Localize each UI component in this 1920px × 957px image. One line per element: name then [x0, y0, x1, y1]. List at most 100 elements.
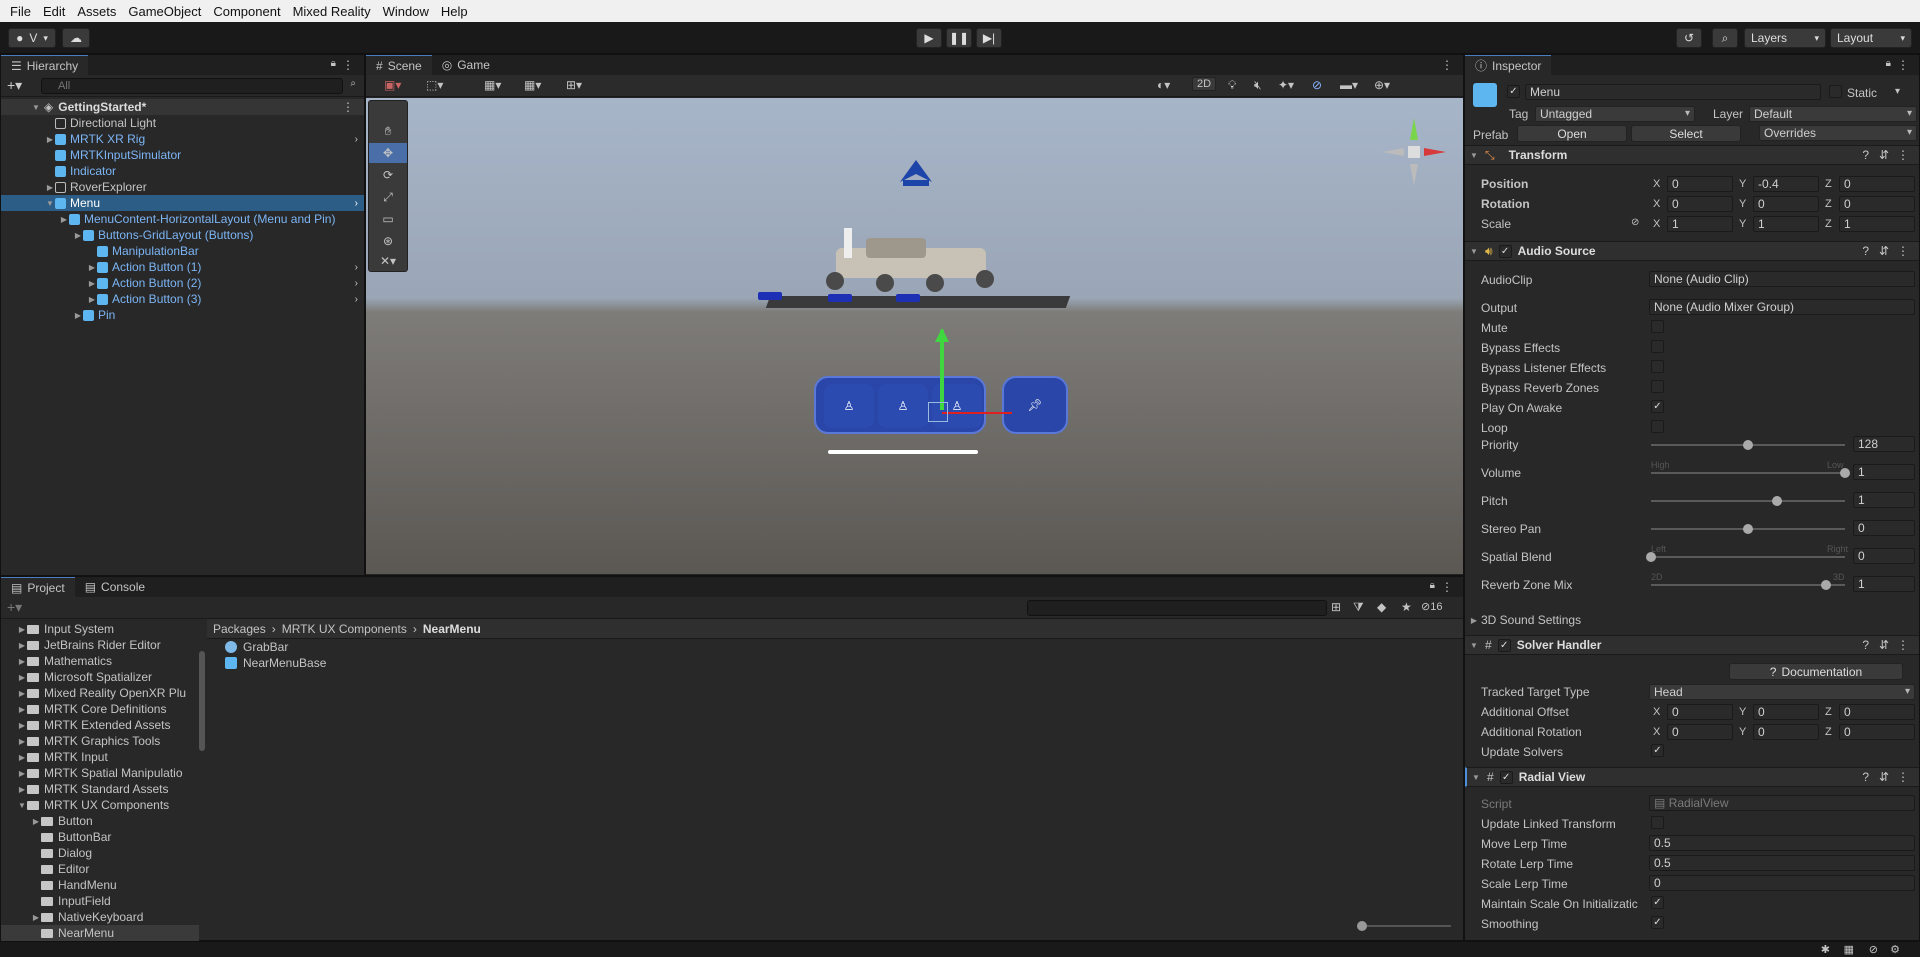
menu-mixed-reality[interactable]: Mixed Reality	[287, 4, 377, 19]
volume-field[interactable]: 1	[1853, 464, 1915, 480]
scale-x-field[interactable]: 1	[1667, 216, 1733, 232]
hierarchy-item[interactable]: ▼ Menu ›	[1, 195, 364, 211]
priority-slider-handle[interactable]	[1743, 440, 1753, 450]
spatial-blend-slider[interactable]	[1651, 556, 1845, 558]
reverb-mix-slider-handle[interactable]	[1820, 580, 1831, 590]
audio-source-header[interactable]: ▼ 🔊︎ ✓ Audio Source ? ⇵ ⋮	[1465, 241, 1919, 261]
menu-help[interactable]: Help	[435, 4, 474, 19]
project-folder[interactable]: ▶ Microsoft Spatializer	[1, 669, 152, 685]
expand-icon[interactable]: ▼	[1469, 641, 1479, 650]
project-folder[interactable]: ▶ Button	[1, 813, 93, 829]
volume-slider[interactable]	[1651, 472, 1845, 474]
audio-enabled-checkbox[interactable]: ✓	[1498, 244, 1512, 258]
layer-dropdown[interactable]: Default	[1749, 106, 1917, 122]
spatial-blend-field[interactable]: 0	[1853, 548, 1915, 564]
transform-header[interactable]: ▼ ⤡ Transform ? ⇵ ⋮	[1465, 145, 1919, 165]
hierarchy-item[interactable]: ▶ MenuContent-HorizontalLayout (Menu and …	[1, 211, 364, 227]
hierarchy-item[interactable]: MRTKInputSimulator	[1, 147, 364, 163]
project-folder[interactable]: NearMenu	[1, 925, 199, 941]
pitch-slider-handle[interactable]	[1772, 496, 1783, 506]
menu-gameobject[interactable]: GameObject	[122, 4, 207, 19]
project-folder[interactable]: ▶ MRTK Extended Assets	[1, 717, 171, 733]
orientation-gizmo[interactable]	[1374, 112, 1454, 192]
action-button-1[interactable]: ♙	[824, 384, 874, 428]
more-icon[interactable]: ⋮	[342, 58, 354, 72]
search-by-type-icon[interactable]: ⊞	[1331, 600, 1341, 614]
help-icon[interactable]: ?	[1862, 244, 1869, 258]
expand-icon[interactable]: ▶	[17, 657, 27, 666]
stereo-pan-slider-handle[interactable]	[1743, 524, 1753, 534]
lock-icon[interactable]: 🔒︎	[1886, 58, 1891, 69]
camera-icon[interactable]: ⬚▾	[426, 78, 443, 92]
scale-y-field[interactable]: 1	[1753, 216, 1819, 232]
documentation-button[interactable]: ? Documentation	[1729, 663, 1903, 680]
add-rotation-x-field[interactable]: 0	[1667, 724, 1733, 740]
expand-icon[interactable]: ▼	[1469, 247, 1479, 256]
project-folder[interactable]: ▶ Input System	[1, 621, 114, 637]
more-icon[interactable]: ⋮	[1897, 148, 1909, 162]
breadcrumb-item-packages[interactable]: Packages	[213, 622, 266, 636]
expand-icon[interactable]: ▼	[31, 103, 41, 112]
step-button[interactable]: ▶|	[976, 28, 1002, 48]
asset-nearmenubase[interactable]: NearMenuBase	[225, 655, 326, 671]
rotation-z-field[interactable]: 0	[1839, 196, 1915, 212]
solver-handler-header[interactable]: ▼ # ✓ Solver Handler ? ⇵ ⋮	[1465, 635, 1919, 655]
project-search-input[interactable]	[1027, 600, 1327, 616]
scale-tool-icon[interactable]: ⤢	[369, 187, 407, 207]
help-icon[interactable]: ?	[1862, 638, 1869, 652]
layout-dropdown[interactable]: Layout ▾	[1830, 28, 1912, 48]
reverb-mix-slider[interactable]	[1651, 584, 1845, 586]
breadcrumb-item-mrtk-ux[interactable]: MRTK UX Components	[282, 622, 407, 636]
play-button[interactable]: ▶	[916, 28, 942, 48]
tab-project[interactable]: ▤ Project	[1, 577, 75, 597]
expand-icon[interactable]: ▶	[87, 279, 97, 288]
draw-mode-icon[interactable]: ▣▾	[384, 78, 401, 92]
help-icon[interactable]: ?	[1862, 770, 1869, 784]
object-name-field[interactable]: Menu	[1525, 84, 1821, 100]
layers-dropdown[interactable]: Layers ▾	[1744, 28, 1826, 48]
effects-icon[interactable]: ✦▾	[1278, 78, 1294, 92]
more-icon[interactable]: ⋮	[1441, 58, 1453, 72]
gizmos-icon[interactable]: ⊕▾	[1374, 78, 1390, 92]
project-folder[interactable]: ▶ MRTK Standard Assets	[1, 781, 169, 797]
bypass-effects-checkbox[interactable]	[1651, 340, 1664, 353]
expand-icon[interactable]: ▶	[1469, 616, 1479, 625]
rotation-y-field[interactable]: 0	[1753, 196, 1819, 212]
lock-icon[interactable]: 🔒︎	[331, 58, 336, 69]
tab-game[interactable]: ◎ Game	[432, 55, 500, 75]
project-folder[interactable]: HandMenu	[1, 877, 117, 893]
hierarchy-item[interactable]: ▶ Pin	[1, 307, 364, 323]
more-icon[interactable]: ⋮	[1897, 58, 1909, 72]
expand-icon[interactable]: ▶	[73, 231, 83, 240]
add-rotation-y-field[interactable]: 0	[1753, 724, 1819, 740]
ruler-icon[interactable]: ⊞▾	[566, 78, 582, 92]
project-folder[interactable]: ▶ MRTK Core Definitions	[1, 701, 167, 717]
mute-checkbox[interactable]	[1651, 320, 1664, 333]
project-folder[interactable]: Dialog	[1, 845, 92, 861]
lock-icon[interactable]: 🔒︎	[1430, 580, 1435, 591]
pitch-field[interactable]: 1	[1853, 492, 1915, 508]
search-button[interactable]: ⌕	[1712, 28, 1738, 48]
menu-component[interactable]: Component	[207, 4, 286, 19]
menu-file[interactable]: File	[4, 4, 37, 19]
pitch-slider[interactable]	[1651, 500, 1845, 502]
chevron-right-icon[interactable]: ›	[355, 294, 358, 305]
overrides-dropdown[interactable]: Overrides	[1759, 125, 1917, 141]
offset-y-field[interactable]: 0	[1753, 704, 1819, 720]
debug-icon[interactable]: ✱	[1821, 943, 1830, 956]
expand-icon[interactable]: ▶	[73, 311, 83, 320]
scale-z-field[interactable]: 1	[1839, 216, 1915, 232]
expand-icon[interactable]: ▶	[17, 785, 27, 794]
tab-scene[interactable]: # Scene	[366, 55, 432, 75]
project-folder[interactable]: Editor	[1, 861, 89, 877]
expand-icon[interactable]: ▶	[17, 689, 27, 698]
network-icon[interactable]: ⊘	[1869, 943, 1878, 956]
preset-icon[interactable]: ⇵	[1879, 244, 1889, 258]
rotate-lerp-field[interactable]: 0.5	[1649, 855, 1915, 871]
sound-settings-foldout[interactable]: ▶ 3D Sound Settings	[1469, 613, 1581, 627]
breadcrumb-item-nearmenu[interactable]: NearMenu	[423, 622, 481, 636]
active-checkbox[interactable]: ✓	[1507, 85, 1520, 98]
hierarchy-item[interactable]: ManipulationBar	[1, 243, 364, 259]
expand-icon[interactable]: ▶	[17, 769, 27, 778]
expand-icon[interactable]: ▶	[17, 753, 27, 762]
